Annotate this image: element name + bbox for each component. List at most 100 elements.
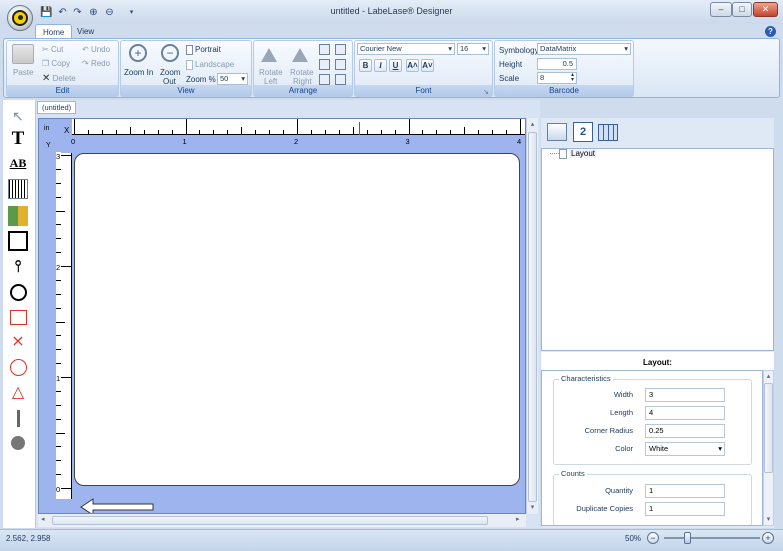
ruler-number: 3 (56, 152, 62, 161)
text-tool-icon[interactable]: T (8, 128, 28, 149)
font-family-dropdown[interactable]: Courier New ▾ (357, 43, 455, 55)
scale-label: Scale (499, 74, 520, 83)
width-label: Width (613, 390, 633, 399)
scroll-left-icon[interactable]: ◂ (41, 515, 45, 523)
font-dialog-launcher-icon[interactable]: ↘ (483, 88, 489, 96)
width-field[interactable]: 3 (645, 388, 725, 402)
center-vertical-icon[interactable] (319, 59, 330, 70)
scroll-right-icon[interactable]: ▸ (516, 515, 520, 523)
horizontal-scroll-thumb[interactable] (52, 516, 488, 525)
application-menu-button[interactable] (7, 5, 33, 31)
ruler-tick (185, 119, 187, 135)
horizontal-scrollbar[interactable]: ◂ ▸ (38, 514, 526, 527)
bold-button[interactable]: B (359, 59, 372, 72)
close-button[interactable]: ✕ (753, 2, 778, 17)
maximize-button[interactable]: □ (732, 2, 752, 17)
redo-button[interactable]: ↷ Redo (82, 59, 110, 68)
font-size-dropdown[interactable]: 16 ▾ (457, 43, 489, 55)
symbology-dropdown[interactable]: DataMatrix ▾ (537, 43, 631, 55)
chevron-down-icon: ▾ (448, 44, 452, 53)
properties-scrollbar[interactable]: ▴ ▾ (763, 370, 774, 526)
ruler-tick (450, 130, 452, 135)
spinner-arrows-icon[interactable]: ▴ ▾ (571, 72, 574, 83)
quantity-field[interactable]: 1 (645, 484, 725, 498)
arc-text-tool-icon[interactable]: AB (8, 153, 28, 173)
align-top-icon[interactable] (319, 44, 330, 55)
center-horizontal-icon[interactable] (335, 59, 346, 70)
ellipse-tool-icon[interactable] (8, 357, 28, 377)
label-surface[interactable] (74, 153, 520, 486)
shrink-font-button[interactable]: A˅ (421, 59, 434, 72)
vertical-scrollbar[interactable]: ▴ ▾ (526, 118, 538, 514)
zoom-out-status-button[interactable]: − (647, 532, 659, 544)
landscape-button[interactable]: Landscape (186, 60, 234, 70)
rectangle-tool-icon[interactable] (8, 307, 28, 327)
length-label: Length (610, 408, 633, 417)
grow-font-button[interactable]: A˄ (406, 59, 419, 72)
ruler-tick (56, 390, 61, 392)
cut-button[interactable]: ✂ Cut (42, 45, 63, 54)
ruler-tick (227, 130, 229, 135)
scroll-down-icon[interactable]: ▾ (527, 503, 538, 511)
table-view-icon[interactable] (598, 124, 618, 141)
copy-button[interactable]: ❐ Copy (42, 59, 70, 68)
counts-label: Counts (559, 469, 587, 478)
height-input[interactable]: 0.5 (537, 58, 577, 70)
ruler-tick (56, 418, 61, 420)
design-canvas[interactable]: in X Y 0 1 2 3 4 3 2 1 0 (38, 118, 526, 514)
zoom-slider-thumb[interactable] (684, 532, 691, 544)
zoom-percent-dropdown[interactable]: 50 ▾ (217, 73, 248, 85)
zoom-in-button[interactable]: Zoom In (124, 68, 153, 77)
object-tree[interactable] (541, 148, 774, 351)
undo-button[interactable]: ↶ Undo (82, 45, 110, 54)
filled-circle-tool-icon[interactable] (8, 433, 28, 453)
underline-button[interactable]: U (389, 59, 402, 72)
dimension-tool-icon[interactable]: ⫯ (8, 257, 28, 277)
zoom-in-status-button[interactable]: + (762, 532, 774, 544)
polygon-tool-icon[interactable]: △ (8, 382, 28, 402)
align-bottom-icon[interactable] (319, 74, 330, 85)
scale-spinner[interactable]: 8 ▴ ▾ (537, 72, 577, 84)
grouped-rect-tool-icon[interactable] (8, 231, 28, 251)
line-tool-icon[interactable]: ⨯ (8, 331, 28, 351)
scroll-down-icon[interactable]: ▾ (764, 515, 773, 523)
chevron-down-icon: ▾ (482, 44, 486, 53)
delete-button[interactable]: ✕ Delete (42, 73, 76, 84)
vertical-line-tool-icon[interactable] (8, 408, 28, 428)
length-field[interactable]: 4 (645, 406, 725, 420)
zoom-slider[interactable] (664, 537, 760, 539)
italic-button[interactable]: I (374, 59, 387, 72)
paste-button[interactable]: Paste (13, 68, 33, 77)
tab-view[interactable]: View (70, 24, 101, 39)
help-icon[interactable]: ? (765, 26, 776, 37)
pointer-tool-icon[interactable]: ↖ (8, 106, 28, 126)
arrange-group-label: Arrange (254, 85, 352, 96)
ruler-tick (506, 130, 508, 135)
properties-scroll-thumb[interactable] (764, 383, 773, 473)
corner-radius-field[interactable]: 0.25 (645, 424, 725, 438)
scroll-up-icon[interactable]: ▴ (764, 372, 773, 380)
tree-item-layout[interactable]: Layout (569, 149, 598, 158)
color-dropdown[interactable]: White ▾ (645, 442, 725, 456)
document-tab[interactable]: (untitled) (37, 101, 77, 114)
circle-tool-icon[interactable] (8, 282, 28, 302)
ruler-tick (213, 130, 215, 135)
edit-properties-icon[interactable] (547, 123, 567, 141)
duplicate-copies-field[interactable]: 1 (645, 502, 725, 516)
rotate-left-button[interactable]: Rotate (259, 68, 283, 77)
portrait-button[interactable]: Portrait (186, 45, 221, 55)
zoom-out-button[interactable]: Zoom (160, 68, 180, 77)
ruler-number: 3 (405, 137, 410, 146)
minimize-button[interactable]: – (710, 2, 732, 17)
scroll-up-icon[interactable]: ▴ (527, 120, 538, 128)
landscape-page-icon (186, 60, 193, 70)
barcode-tool-icon[interactable] (8, 179, 28, 199)
rotate-right-button[interactable]: Rotate (290, 68, 314, 77)
ruler-tick (56, 293, 61, 295)
layer-order-icon[interactable]: 2 (573, 122, 593, 142)
vertical-scroll-thumb[interactable] (528, 132, 537, 502)
tab-home[interactable]: Home (35, 24, 73, 39)
image-tool-icon[interactable] (8, 206, 28, 226)
align-left-icon[interactable] (335, 44, 346, 55)
align-right-icon[interactable] (335, 74, 346, 85)
